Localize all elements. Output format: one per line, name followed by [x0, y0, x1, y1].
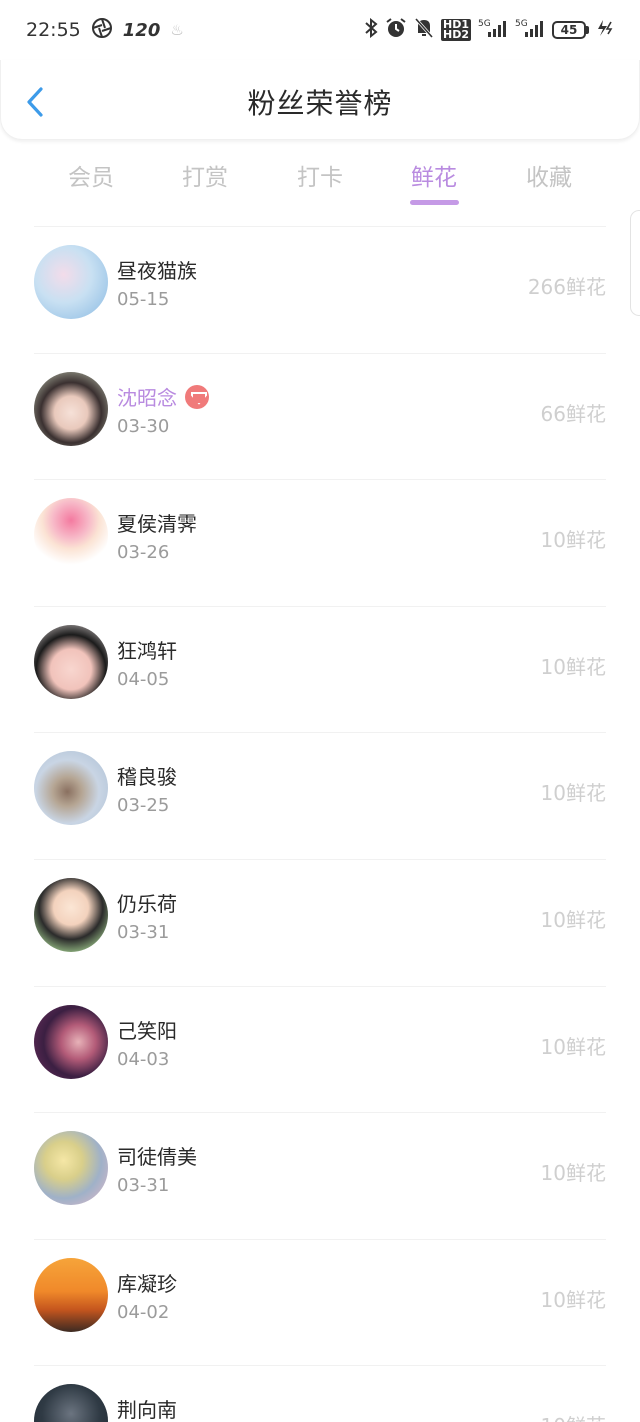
aperture-icon [91, 17, 113, 43]
fan-date: 03-30 [117, 415, 170, 437]
list-item[interactable]: 己笑阳 04-03 10鲜花 [34, 985, 606, 1113]
fan-name: 沈昭念 [117, 385, 177, 410]
status-bar: 22:55 120 ♨ HD1 HD2 5G 5G 45 [0, 0, 640, 60]
tab-tip[interactable]: 打赏 [160, 158, 250, 192]
fan-name: 夏侯清霁 [117, 512, 197, 537]
refresh-rate: 120 [122, 19, 161, 41]
battery-level: 45 [552, 21, 586, 39]
fan-date: 03-26 [117, 542, 170, 564]
flower-count: 10鲜花 [540, 528, 606, 553]
flower-count: 10鲜花 [541, 1410, 606, 1422]
fan-date: 04-02 [117, 1301, 170, 1323]
svg-text:5G: 5G [478, 19, 491, 29]
flower-count: 10鲜花 [540, 907, 606, 932]
fan-name: 己笑阳 [117, 1018, 177, 1043]
notification-icon: ♨ [170, 20, 184, 39]
flower-count: 266鲜花 [527, 275, 606, 299]
vip-diamond-icon [185, 384, 209, 409]
list-item[interactable]: 仍乐荷 03-31 10鲜花 [34, 858, 606, 986]
fan-name: 狂鸿轩 [117, 638, 177, 663]
svg-text:5G: 5G [515, 19, 528, 29]
fan-date: 03-31 [117, 921, 170, 943]
list-item[interactable]: 稽良骏 03-25 10鲜花 [34, 732, 606, 859]
list-item[interactable]: 库凝珍 04-02 10鲜花 [34, 1238, 606, 1366]
avatar [34, 498, 108, 573]
avatar [34, 751, 108, 826]
avatar [34, 1257, 108, 1332]
header: 粉丝荣誉榜 [0, 60, 640, 140]
fan-date: 04-05 [117, 668, 170, 690]
fan-date: 03-31 [117, 1175, 170, 1197]
avatar [34, 245, 108, 319]
avatar [34, 371, 108, 446]
flower-count: 10鲜花 [540, 1161, 606, 1186]
fan-name: 稽良骏 [117, 765, 177, 790]
flower-count: 10鲜花 [540, 781, 606, 806]
flower-count: 10鲜花 [540, 1034, 606, 1059]
avatar [34, 624, 108, 699]
list-item[interactable]: 狂鸿轩 04-05 10鲜花 [34, 605, 606, 733]
tab-flowers[interactable]: 鲜花 [389, 158, 479, 192]
flower-count: 66鲜花 [540, 401, 606, 426]
charging-icon [596, 18, 614, 42]
tab-member[interactable]: 会员 [46, 158, 136, 192]
fan-name: 司徒倩美 [117, 1145, 197, 1170]
list-item[interactable]: 沈昭念 03-30 66鲜花 [34, 352, 606, 480]
mute-icon [414, 17, 434, 43]
battery-icon: 45 [552, 21, 589, 39]
fan-date: 04-03 [117, 1048, 170, 1070]
list-item[interactable]: 昼夜猫族 05-15 266鲜花 [34, 226, 606, 353]
tab-bar: 会员 打赏 打卡 鲜花 收藏 [0, 150, 640, 212]
fan-date: 03-25 [117, 795, 170, 817]
alarm-icon [385, 17, 407, 43]
page-title: 粉丝荣誉榜 [247, 87, 393, 120]
fan-list: 昼夜猫族 05-15 266鲜花 沈昭念 03-30 66鲜花 夏侯清霁 03-… [0, 226, 640, 1422]
list-item[interactable]: 司徒倩美 03-31 10鲜花 [34, 1112, 606, 1239]
signal-icon-2: 5G [515, 17, 545, 43]
fan-date: 05-15 [117, 289, 170, 310]
fan-name: 昼夜猫族 [117, 259, 197, 283]
flower-count: 10鲜花 [540, 1287, 606, 1312]
avatar [34, 1384, 108, 1422]
list-item[interactable]: 荆向南 10鲜花 [34, 1365, 606, 1422]
fan-name: 仍乐荷 [117, 891, 177, 916]
fan-name: 荆向南 [117, 1398, 177, 1422]
avatar [34, 877, 108, 952]
flower-count: 10鲜花 [540, 654, 606, 679]
status-time: 22:55 [26, 19, 81, 41]
tab-favorites[interactable]: 收藏 [504, 158, 594, 192]
fan-name: 库凝珍 [117, 1271, 177, 1296]
signal-icon-1: 5G [478, 17, 508, 43]
avatar [34, 1131, 108, 1206]
active-tab-indicator [410, 200, 459, 205]
list-item[interactable]: 夏侯清霁 03-26 10鲜花 [34, 479, 606, 606]
avatar [34, 1004, 108, 1079]
fan-name-vip: 沈昭念 [117, 382, 209, 411]
hd-icon: HD1 HD2 [441, 18, 471, 41]
bluetooth-icon [364, 17, 378, 42]
tab-checkin[interactable]: 打卡 [275, 158, 365, 192]
